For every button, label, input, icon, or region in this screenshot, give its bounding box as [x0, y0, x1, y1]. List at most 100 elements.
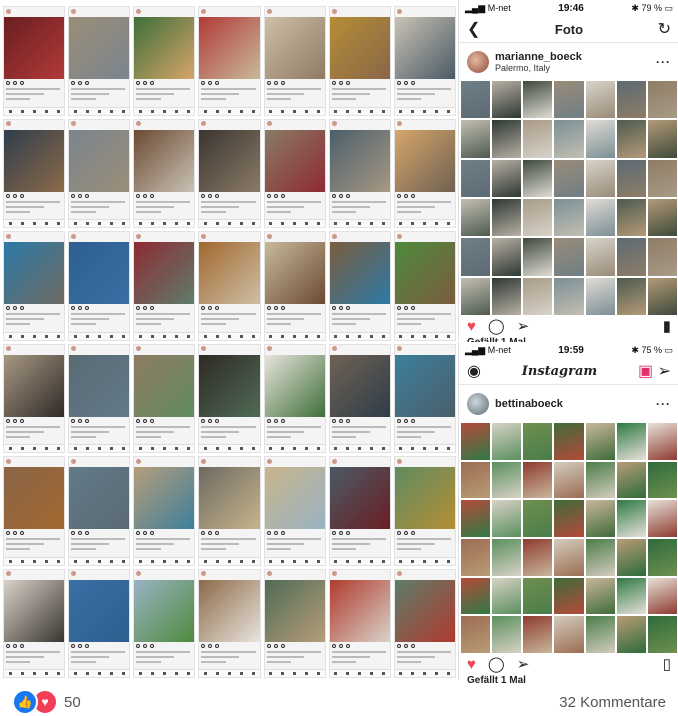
bookmark-outline-icon[interactable]: ▯ — [663, 655, 671, 673]
comment-icon[interactable]: ◯ — [488, 655, 505, 673]
username[interactable]: bettinaboeck — [495, 398, 563, 410]
comments-link[interactable]: 32 Kommentare — [559, 694, 666, 711]
signal-icon: ▂▄▆ — [465, 344, 486, 355]
carrier: M-net — [487, 2, 511, 13]
instagram-screenshot-thumbnail — [3, 343, 66, 453]
bookmark-icon[interactable]: ▮ — [663, 317, 671, 335]
camera-icon[interactable]: ◉ — [467, 361, 481, 381]
thumbnail-photo — [69, 354, 130, 417]
heart-icon[interactable]: ♥ — [467, 318, 476, 335]
phone-screenshot-instagram: ▂▄▆ M-net 19:59 ✱ 75 % ▭ ◉ Instagram ▣ ➢… — [458, 342, 678, 686]
thumbnail-actions — [136, 81, 192, 86]
thumbnail-photo — [4, 242, 65, 305]
mosaic-tile — [492, 277, 522, 315]
thumbnail-tabbar — [4, 669, 65, 677]
heart-icon[interactable]: ♥ — [467, 656, 476, 673]
thumbnail-photo — [329, 354, 390, 417]
mosaic-tile — [585, 198, 615, 237]
thumbnail-caption — [6, 200, 61, 216]
thumbnail-header — [69, 232, 129, 240]
mosaic-tile — [585, 461, 615, 499]
thumbnail-header — [395, 570, 455, 578]
post-image[interactable] — [461, 423, 677, 653]
mosaic-tile — [554, 423, 584, 460]
thumbnail-caption — [201, 88, 256, 103]
thumbnail-header — [199, 120, 259, 128]
thumbnail-caption — [6, 650, 61, 666]
back-icon[interactable]: ❮ — [467, 19, 480, 39]
mosaic-tile — [523, 159, 553, 197]
share-icon[interactable]: ➢ — [517, 317, 530, 335]
thumbnail-header — [199, 457, 259, 465]
refresh-icon[interactable]: ↻ — [658, 19, 671, 39]
mosaic-tile — [616, 423, 646, 460]
thumbnail-header — [395, 457, 455, 465]
reactions-count[interactable]: 50 — [64, 694, 81, 711]
thumbnail-tabbar — [4, 556, 65, 565]
thumbnail-photo — [4, 579, 65, 642]
thumbnail-tabbar — [4, 444, 65, 452]
avatar — [136, 121, 142, 126]
thumbnail-caption — [396, 88, 451, 103]
instagram-screenshot-thumbnail — [3, 118, 66, 228]
thumbnail-tabbar — [69, 444, 130, 452]
location[interactable]: Palermo, Italy — [495, 63, 582, 73]
thumbnail-tabbar — [4, 106, 65, 115]
reactions-summary[interactable]: 👍 ♥ 50 — [12, 689, 81, 715]
mosaic-tile — [585, 238, 615, 276]
thumbnail-actions — [266, 306, 323, 311]
thumbnail-tabbar — [329, 669, 390, 677]
avatar — [331, 571, 337, 576]
share-icon[interactable]: ➢ — [517, 655, 530, 673]
mosaic-tile — [585, 539, 615, 576]
thumbnail-tabbar — [69, 331, 130, 340]
mosaic-tile — [492, 539, 522, 576]
instagram-screenshot-thumbnail — [263, 568, 326, 678]
username[interactable]: marianne_boeck — [495, 51, 582, 63]
thumbnail-tabbar — [264, 219, 325, 227]
thumbnail-caption — [6, 313, 61, 328]
thumbnail-photo — [134, 17, 195, 80]
igtv-icon[interactable]: ▣ — [638, 361, 653, 381]
avatar — [266, 346, 272, 351]
instagram-screenshot-thumbnail — [263, 231, 326, 341]
thumbnail-photo — [199, 129, 260, 192]
thumbnail-tabbar — [199, 106, 260, 115]
mosaic-tile — [523, 461, 553, 499]
thumbnail-photo — [134, 354, 195, 417]
instagram-screenshot-thumbnail — [68, 231, 131, 341]
mosaic-tile — [461, 539, 491, 576]
thumbnail-caption — [331, 88, 386, 103]
thumbnail-caption — [331, 650, 386, 666]
likes-count[interactable]: Gefällt 1 Mal — [459, 675, 678, 686]
thumbnail-caption — [71, 200, 126, 216]
thumbnail-tabbar — [134, 331, 195, 340]
mosaic-tile — [461, 461, 491, 499]
clock: 19:46 — [558, 2, 584, 14]
thumbnail-caption — [266, 313, 321, 328]
thumbnail-photo — [199, 17, 260, 80]
thumbnail-header — [199, 232, 259, 240]
instagram-screenshot-thumbnail — [198, 456, 261, 566]
thumbnail-actions — [201, 81, 257, 86]
mosaic-tile — [554, 238, 584, 276]
avatar[interactable] — [467, 393, 489, 415]
avatar — [71, 346, 77, 351]
instagram-screenshot-thumbnail — [133, 343, 196, 453]
more-options-icon[interactable]: ··· — [656, 55, 671, 69]
thumbnail-actions — [331, 643, 388, 648]
direct-message-icon[interactable]: ➢ — [658, 361, 671, 381]
post-image[interactable] — [461, 81, 677, 315]
mosaic-tile — [492, 461, 522, 499]
mosaic-tile — [461, 616, 491, 653]
avatar[interactable] — [467, 51, 489, 73]
thumbnail-photo — [264, 129, 325, 192]
more-options-icon[interactable]: ··· — [656, 397, 671, 411]
thumbnail-header — [265, 457, 325, 465]
photo-collage[interactable]: ▂▄▆ M-net 19:46 ✱ 79 % ▭ ❮ Foto ↻ marian… — [0, 0, 678, 686]
thumbnail-tabbar — [394, 444, 455, 452]
instagram-screenshot-thumbnail — [198, 343, 261, 453]
comment-icon[interactable]: ◯ — [488, 317, 505, 335]
thumbnail-actions — [331, 306, 388, 311]
thumbnail-caption — [396, 425, 451, 441]
